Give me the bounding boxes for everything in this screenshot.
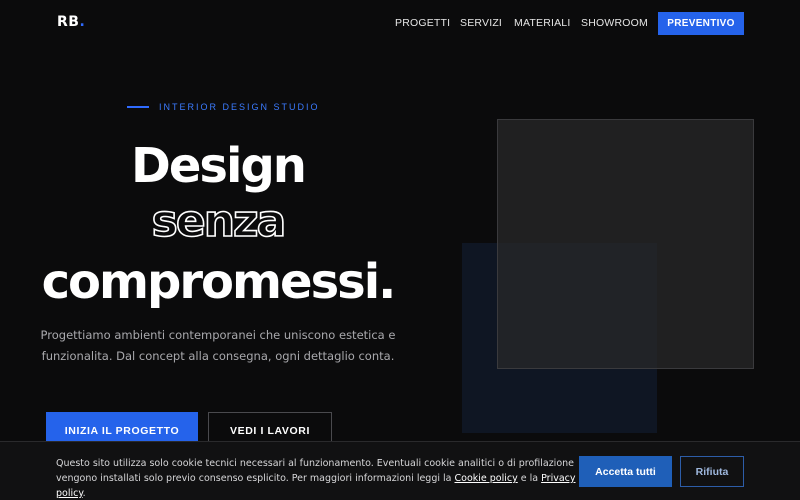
quote-button[interactable]: PREVENTIVO (658, 12, 744, 35)
top-navigation: RB. PROGETTI SERVIZI MATERIALI SHOWROOM … (0, 0, 800, 46)
nav-link-showroom[interactable]: SHOWROOM (581, 17, 648, 29)
cookie-policy-link[interactable]: Cookie policy (455, 473, 518, 484)
logo-dot: . (79, 14, 86, 30)
eyebrow-text: INTERIOR DESIGN STUDIO (159, 102, 320, 112)
nav-link-materiali[interactable]: MATERIALI (514, 17, 570, 29)
eyebrow-line (127, 106, 149, 108)
headline-line-3: compromessi. (41, 254, 397, 310)
cookie-text-middle: e la (517, 473, 542, 484)
nav-link-progetti[interactable]: PROGETTI (395, 17, 450, 29)
hero-description: Progettiamo ambienti contemporanei che u… (40, 328, 396, 363)
logo[interactable]: RB. (57, 14, 85, 30)
refuse-cookies-button[interactable]: Rifiuta (680, 456, 744, 487)
headline-line-1: Design (131, 138, 307, 194)
logo-text: RB (57, 14, 80, 30)
headline-line-2-outline: senza (151, 196, 287, 247)
eyebrow: INTERIOR DESIGN STUDIO (127, 102, 320, 112)
cookie-text-after: . (82, 488, 86, 499)
nav-link-servizi[interactable]: SERVIZI (460, 17, 502, 29)
cookie-banner-text: Questo sito utilizza solo cookie tecnici… (56, 456, 576, 500)
decorative-panel-front (497, 119, 754, 369)
accept-all-cookies-button[interactable]: Accetta tutti (579, 456, 672, 487)
